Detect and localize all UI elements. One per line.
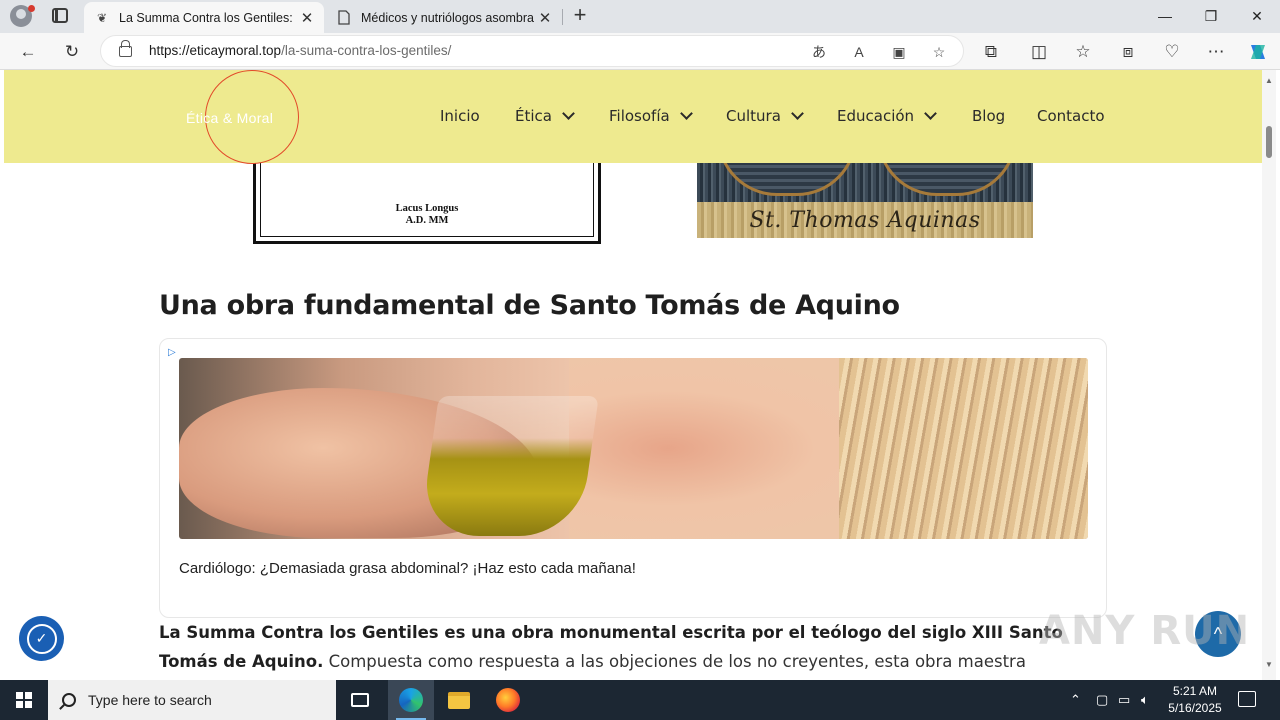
nav-cultura[interactable]: Cultura bbox=[726, 107, 804, 125]
nav-filosofia[interactable]: Filosofía bbox=[609, 107, 693, 125]
search-placeholder: Type here to search bbox=[88, 692, 212, 708]
back-icon[interactable]: ← bbox=[15, 39, 41, 65]
chevron-down-icon bbox=[679, 107, 693, 120]
restore-button[interactable]: ❐ bbox=[1188, 0, 1234, 32]
accessibility-button[interactable]: ✓ bbox=[19, 616, 64, 661]
taskbar: Type here to search ⌃ ▢ ▭ 🔈︎ 5:21 AM 5/1… bbox=[0, 680, 1280, 720]
windows-logo-icon bbox=[16, 692, 32, 708]
edge-icon bbox=[399, 688, 423, 712]
browser-essentials-icon[interactable]: ♡ bbox=[1159, 39, 1185, 65]
site-logo[interactable]: Ética & Moral bbox=[186, 110, 273, 126]
network-icon[interactable]: ▭ bbox=[1118, 680, 1130, 720]
firefox-icon bbox=[496, 688, 520, 712]
tab-summa[interactable]: ❦ La Summa Contra los Gentiles: Un ✕ bbox=[84, 2, 324, 33]
read-aloud-icon[interactable]: A bbox=[847, 40, 871, 64]
refresh-icon[interactable]: ↻ bbox=[59, 39, 85, 65]
split-screen-icon[interactable]: ◫ bbox=[1026, 39, 1052, 65]
scroll-down-icon[interactable]: ▼ bbox=[1264, 660, 1274, 670]
taskbar-file-explorer[interactable] bbox=[436, 680, 482, 720]
url-text[interactable]: https://eticaymoral.top/la-suma-contra-l… bbox=[149, 43, 451, 58]
chevron-down-icon bbox=[562, 107, 575, 120]
address-bar[interactable]: https://eticaymoral.top/la-suma-contra-l… bbox=[100, 35, 964, 67]
close-tab-icon[interactable]: ✕ bbox=[534, 7, 556, 29]
ad-image[interactable] bbox=[179, 358, 1088, 539]
scroll-up-icon[interactable]: ▲ bbox=[1264, 76, 1274, 86]
taskbar-search[interactable]: Type here to search bbox=[48, 680, 336, 720]
collections-icon[interactable]: ⧈ bbox=[1115, 39, 1141, 65]
taskbar-clock[interactable]: 5:21 AM 5/16/2025 bbox=[1160, 683, 1230, 717]
lock-icon[interactable] bbox=[119, 40, 132, 57]
site-header: Ética & Moral Inicio Ética Filosofía Cul… bbox=[4, 70, 1262, 164]
immersive-reader-icon[interactable]: ▣ bbox=[887, 40, 911, 64]
clock-date: 5/16/2025 bbox=[1168, 701, 1222, 715]
ad-hair bbox=[839, 358, 1088, 539]
start-button[interactable] bbox=[0, 680, 48, 720]
extensions-icon[interactable]: ⧉ bbox=[978, 39, 1004, 65]
minimize-button[interactable]: — bbox=[1142, 0, 1188, 32]
book-caption-author: Lacus Longus bbox=[395, 203, 459, 214]
new-tab-button[interactable]: + bbox=[568, 4, 592, 28]
more-menu-icon[interactable]: ⋯ bbox=[1203, 39, 1229, 65]
watermark-text: ANY RUN bbox=[1039, 608, 1251, 654]
page-viewport: Lacus Longus A.D. MM St. Thomas Aquinas … bbox=[4, 70, 1262, 680]
favorite-star-icon[interactable]: ☆ bbox=[927, 40, 951, 64]
copilot-icon[interactable] bbox=[1245, 39, 1271, 65]
tab-separator bbox=[562, 9, 563, 25]
close-tab-icon[interactable]: ✕ bbox=[296, 7, 318, 29]
task-view-button[interactable] bbox=[337, 680, 383, 720]
nav-blog[interactable]: Blog bbox=[972, 107, 1005, 125]
tab-medicos[interactable]: Médicos y nutriólogos asombrad ✕ bbox=[326, 2, 562, 33]
book-caption-date: A.D. MM bbox=[405, 215, 449, 226]
tab-actions-icon[interactable] bbox=[52, 8, 68, 23]
page-scrollbar[interactable]: ▲ ▼ bbox=[1262, 70, 1276, 680]
site-favicon-icon: ❦ bbox=[96, 10, 108, 25]
profile-notification-dot bbox=[28, 5, 35, 12]
tab-strip: ❦ La Summa Contra los Gentiles: Un ✕ Méd… bbox=[0, 0, 1280, 33]
chevron-down-icon bbox=[924, 107, 937, 120]
nav-educacion[interactable]: Educación bbox=[837, 107, 937, 125]
article-paragraph: La Summa Contra los Gentiles es una obra… bbox=[159, 618, 1109, 680]
taskbar-firefox[interactable] bbox=[485, 680, 531, 720]
ad-caption[interactable]: Cardiólogo: ¿Demasiada grasa abdominal? … bbox=[179, 560, 636, 577]
folder-icon bbox=[448, 691, 470, 709]
tab-title: La Summa Contra los Gentiles: Un bbox=[119, 10, 296, 25]
close-window-button[interactable]: ✕ bbox=[1234, 0, 1280, 32]
scrollbar-thumb[interactable] bbox=[1266, 126, 1272, 158]
tab-title: Médicos y nutriólogos asombrad bbox=[361, 10, 534, 25]
translate-icon[interactable]: あ bbox=[807, 40, 831, 64]
nav-etica[interactable]: Ética bbox=[515, 107, 575, 125]
adchoices-icon[interactable]: ▷ bbox=[168, 347, 180, 359]
clock-time: 5:21 AM bbox=[1172, 684, 1218, 698]
search-icon bbox=[62, 693, 76, 707]
taskbar-edge[interactable] bbox=[388, 680, 434, 720]
section-heading: Una obra fundamental de Santo Tomás de A… bbox=[159, 290, 900, 321]
accessibility-icon: ✓ bbox=[26, 623, 57, 654]
meet-icon[interactable]: ▢ bbox=[1096, 680, 1108, 720]
favorites-icon[interactable]: ☆ bbox=[1070, 39, 1096, 65]
browser-toolbar: ← ↻ https://eticaymoral.top/la-suma-cont… bbox=[0, 33, 1280, 70]
mosaic-inscription: St. Thomas Aquinas bbox=[749, 208, 981, 233]
tray-chevron-icon[interactable]: ⌃ bbox=[1070, 680, 1081, 720]
nav-inicio[interactable]: Inicio bbox=[440, 107, 480, 125]
ad-card[interactable]: ▷ Cardiólogo: ¿Demasiada grasa abdominal… bbox=[159, 338, 1107, 618]
task-view-icon bbox=[351, 693, 369, 707]
volume-icon[interactable]: 🔈︎ bbox=[1141, 680, 1149, 720]
nav-contacto[interactable]: Contacto bbox=[1037, 107, 1105, 125]
notifications-icon[interactable] bbox=[1238, 691, 1256, 707]
page-icon bbox=[336, 10, 352, 26]
chevron-down-icon bbox=[791, 107, 804, 120]
